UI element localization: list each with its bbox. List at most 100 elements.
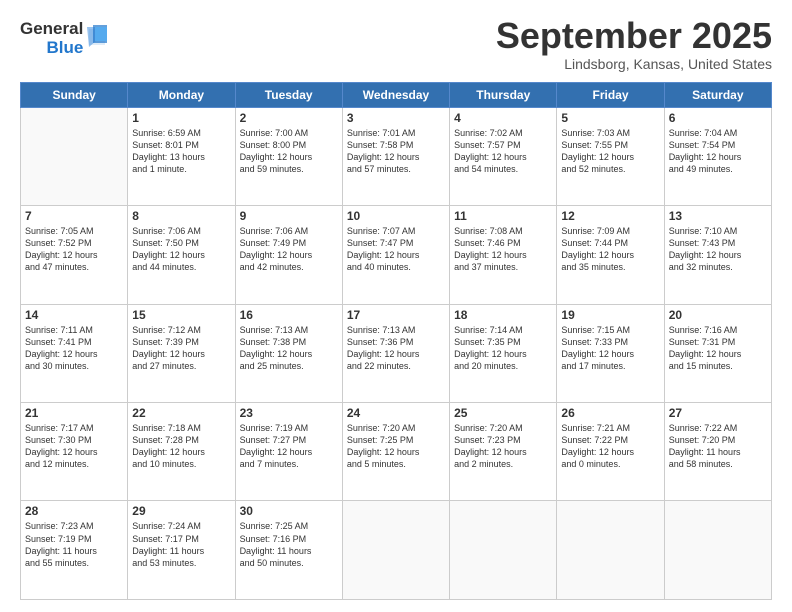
calendar-cell: 17 Sunrise: 7:13 AM Sunset: 7:36 PM Dayli… [342,304,449,402]
day-info: Sunrise: 7:01 AM Sunset: 7:58 PM Dayligh… [347,127,445,176]
calendar-week-row: 1 Sunrise: 6:59 AM Sunset: 8:01 PM Daylig… [21,107,772,205]
day-number: 12 [561,209,659,223]
day-number: 24 [347,406,445,420]
header: General Blue September 2025 Lindsborg, K… [20,16,772,72]
day-number: 18 [454,308,552,322]
day-number: 15 [132,308,230,322]
logo: General Blue [20,20,107,57]
calendar-cell [21,107,128,205]
day-number: 25 [454,406,552,420]
day-info: Sunrise: 7:02 AM Sunset: 7:57 PM Dayligh… [454,127,552,176]
day-info: Sunrise: 7:25 AM Sunset: 7:16 PM Dayligh… [240,520,338,569]
weekday-header: Thursday [450,82,557,107]
day-number: 29 [132,504,230,518]
day-info: Sunrise: 7:12 AM Sunset: 7:39 PM Dayligh… [132,324,230,373]
day-number: 8 [132,209,230,223]
calendar-cell: 8 Sunrise: 7:06 AM Sunset: 7:50 PM Daylig… [128,206,235,304]
calendar-cell: 13 Sunrise: 7:10 AM Sunset: 7:43 PM Dayli… [664,206,771,304]
day-number: 20 [669,308,767,322]
day-number: 1 [132,111,230,125]
day-number: 19 [561,308,659,322]
calendar-week-row: 14Sunrise: 7:11 AM Sunset: 7:41 PM Dayli… [21,304,772,402]
day-info: Sunrise: 7:24 AM Sunset: 7:17 PM Dayligh… [132,520,230,569]
logo-blue: Blue [46,39,83,58]
calendar-week-row: 21 Sunrise: 7:17 AM Sunset: 7:30 PM Dayli… [21,403,772,501]
day-info: Sunrise: 7:10 AM Sunset: 7:43 PM Dayligh… [669,225,767,274]
calendar-cell: 10 Sunrise: 7:07 AM Sunset: 7:47 PM Dayli… [342,206,449,304]
day-info: Sunrise: 7:06 AM Sunset: 7:50 PM Dayligh… [132,225,230,274]
day-number: 26 [561,406,659,420]
day-info: Sunrise: 7:22 AM Sunset: 7:20 PM Dayligh… [669,422,767,471]
day-info: Sunrise: 7:14 AM Sunset: 7:35 PM Dayligh… [454,324,552,373]
weekday-header: Saturday [664,82,771,107]
day-info: Sunrise: 7:18 AM Sunset: 7:28 PM Dayligh… [132,422,230,471]
day-number: 6 [669,111,767,125]
calendar-cell: 2 Sunrise: 7:00 AM Sunset: 8:00 PM Daylig… [235,107,342,205]
calendar-cell [664,501,771,600]
day-info: Sunrise: 7:03 AM Sunset: 7:55 PM Dayligh… [561,127,659,176]
page: General Blue September 2025 Lindsborg, K… [0,0,792,612]
calendar-cell [557,501,664,600]
calendar-cell: 20Sunrise: 7:16 AM Sunset: 7:31 PM Dayli… [664,304,771,402]
calendar-cell: 14Sunrise: 7:11 AM Sunset: 7:41 PM Dayli… [21,304,128,402]
calendar-cell: 15 Sunrise: 7:12 AM Sunset: 7:39 PM Dayli… [128,304,235,402]
day-info: Sunrise: 7:13 AM Sunset: 7:36 PM Dayligh… [347,324,445,373]
day-number: 16 [240,308,338,322]
calendar-cell: 12Sunrise: 7:09 AM Sunset: 7:44 PM Dayli… [557,206,664,304]
day-info: Sunrise: 6:59 AM Sunset: 8:01 PM Dayligh… [132,127,230,176]
day-number: 23 [240,406,338,420]
calendar-cell: 22 Sunrise: 7:18 AM Sunset: 7:28 PM Dayli… [128,403,235,501]
day-info: Sunrise: 7:20 AM Sunset: 7:23 PM Dayligh… [454,422,552,471]
weekday-header: Tuesday [235,82,342,107]
logo-general: General [20,20,83,39]
day-number: 30 [240,504,338,518]
day-info: Sunrise: 7:04 AM Sunset: 7:54 PM Dayligh… [669,127,767,176]
title-block: September 2025 Lindsborg, Kansas, United… [496,16,772,72]
day-info: Sunrise: 7:23 AM Sunset: 7:19 PM Dayligh… [25,520,123,569]
day-info: Sunrise: 7:17 AM Sunset: 7:30 PM Dayligh… [25,422,123,471]
month-title: September 2025 [496,16,772,56]
day-info: Sunrise: 7:00 AM Sunset: 8:00 PM Dayligh… [240,127,338,176]
calendar-cell: 28 Sunrise: 7:23 AM Sunset: 7:19 PM Dayli… [21,501,128,600]
weekday-header: Wednesday [342,82,449,107]
calendar-cell: 18 Sunrise: 7:14 AM Sunset: 7:35 PM Dayli… [450,304,557,402]
day-info: Sunrise: 7:15 AM Sunset: 7:33 PM Dayligh… [561,324,659,373]
day-number: 11 [454,209,552,223]
day-number: 17 [347,308,445,322]
day-info: Sunrise: 7:19 AM Sunset: 7:27 PM Dayligh… [240,422,338,471]
calendar-cell: 11Sunrise: 7:08 AM Sunset: 7:46 PM Dayli… [450,206,557,304]
calendar-cell: 24Sunrise: 7:20 AM Sunset: 7:25 PM Dayli… [342,403,449,501]
day-number: 9 [240,209,338,223]
calendar-cell: 26Sunrise: 7:21 AM Sunset: 7:22 PM Dayli… [557,403,664,501]
calendar-cell: 25 Sunrise: 7:20 AM Sunset: 7:23 PM Dayli… [450,403,557,501]
calendar: SundayMondayTuesdayWednesdayThursdayFrid… [20,82,772,600]
day-info: Sunrise: 7:07 AM Sunset: 7:47 PM Dayligh… [347,225,445,274]
calendar-cell: 19 Sunrise: 7:15 AM Sunset: 7:33 PM Dayli… [557,304,664,402]
calendar-week-row: 28 Sunrise: 7:23 AM Sunset: 7:19 PM Dayli… [21,501,772,600]
day-number: 10 [347,209,445,223]
day-number: 14 [25,308,123,322]
weekday-header-row: SundayMondayTuesdayWednesdayThursdayFrid… [21,82,772,107]
day-number: 21 [25,406,123,420]
day-info: Sunrise: 7:05 AM Sunset: 7:52 PM Dayligh… [25,225,123,274]
calendar-cell: 3Sunrise: 7:01 AM Sunset: 7:58 PM Daylig… [342,107,449,205]
calendar-cell: 16 Sunrise: 7:13 AM Sunset: 7:38 PM Dayli… [235,304,342,402]
calendar-cell: 21 Sunrise: 7:17 AM Sunset: 7:30 PM Dayli… [21,403,128,501]
day-number: 28 [25,504,123,518]
weekday-header: Friday [557,82,664,107]
calendar-cell: 27 Sunrise: 7:22 AM Sunset: 7:20 PM Dayli… [664,403,771,501]
day-number: 27 [669,406,767,420]
day-number: 2 [240,111,338,125]
logo-icon [85,25,107,53]
calendar-cell: 23 Sunrise: 7:19 AM Sunset: 7:27 PM Dayli… [235,403,342,501]
day-info: Sunrise: 7:13 AM Sunset: 7:38 PM Dayligh… [240,324,338,373]
weekday-header: Monday [128,82,235,107]
day-number: 13 [669,209,767,223]
day-number: 5 [561,111,659,125]
day-number: 22 [132,406,230,420]
calendar-cell [342,501,449,600]
calendar-cell: 29 Sunrise: 7:24 AM Sunset: 7:17 PM Dayli… [128,501,235,600]
calendar-week-row: 7 Sunrise: 7:05 AM Sunset: 7:52 PM Daylig… [21,206,772,304]
day-number: 7 [25,209,123,223]
day-number: 4 [454,111,552,125]
